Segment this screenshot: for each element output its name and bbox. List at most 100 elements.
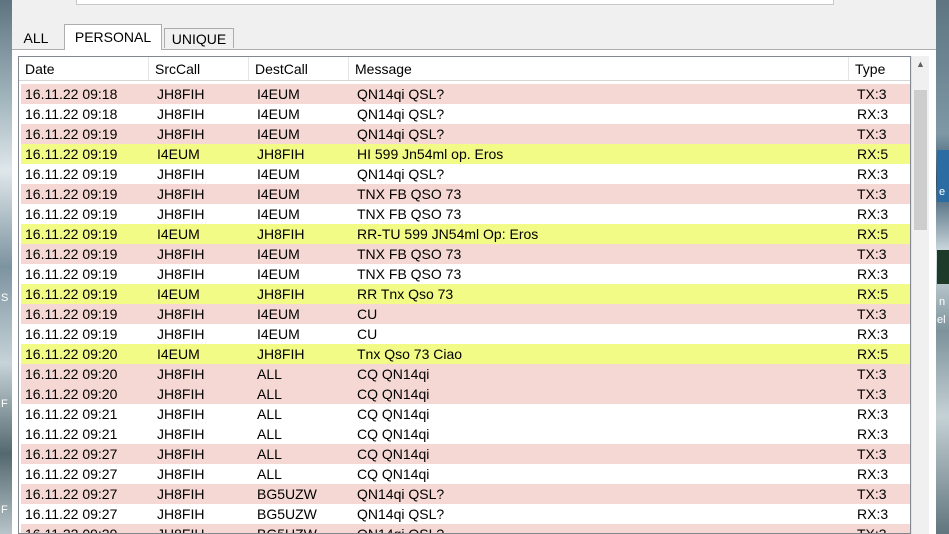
scrollbar-thumb[interactable] bbox=[914, 90, 927, 230]
cell-type: RX:5 bbox=[857, 146, 889, 162]
cell-type: TX:3 bbox=[857, 126, 887, 142]
column-header-srccall[interactable]: SrcCall bbox=[149, 57, 249, 80]
cell-date: 16.11.22 09:19 bbox=[25, 166, 118, 182]
cell-message: QN14qi QSL? bbox=[357, 486, 445, 502]
tab-personal[interactable]: PERSONAL bbox=[64, 24, 162, 50]
table-row[interactable]: 16.11.22 09:19 JH8FIH I4EUM TNX FB QSO 73 RX… bbox=[21, 204, 910, 224]
cell-srccall: JH8FIH bbox=[157, 446, 205, 462]
cell-type: RX:5 bbox=[857, 286, 889, 302]
cell-srccall: I4EUM bbox=[157, 226, 200, 242]
table-row[interactable]: 16.11.22 09:21 JH8FIH ALL CQ QN14qi RX:3 bbox=[21, 424, 910, 444]
cell-srccall: JH8FIH bbox=[157, 506, 205, 522]
cell-date: 16.11.22 09:27 bbox=[25, 466, 118, 482]
desktop-label: el bbox=[937, 314, 946, 326]
cell-destcall: I4EUM bbox=[257, 306, 300, 322]
tab-all[interactable]: ALL bbox=[14, 28, 58, 48]
scroll-up-arrow-icon[interactable]: ▲ bbox=[912, 56, 929, 73]
table-row[interactable]: 16.11.22 09:27 JH8FIH BG5UZW QN14qi QSL? RX:… bbox=[21, 504, 910, 524]
cell-message: CQ QN14qi bbox=[357, 386, 430, 402]
cell-message: CQ QN14qi bbox=[357, 466, 430, 482]
table-row[interactable]: 16.11.22 09:19 JH8FIH I4EUM CU TX:3 bbox=[21, 304, 910, 324]
table-row[interactable]: 16.11.22 09:29 JH8FIH BG5UZW QN14qi QSL? TX:… bbox=[21, 524, 910, 533]
cell-type: TX:3 bbox=[857, 486, 887, 502]
table-row[interactable]: 16.11.22 09:19 JH8FIH I4EUM TNX FB QSO 73 RX… bbox=[21, 264, 910, 284]
table-row[interactable]: 16.11.22 09:27 JH8FIH ALL CQ QN14qi RX:3 bbox=[21, 464, 910, 484]
cell-srccall: JH8FIH bbox=[157, 406, 205, 422]
table-row[interactable]: 16.11.22 09:19 I4EUM JH8FIH RR-TU 599 JN54m… bbox=[21, 224, 910, 244]
cell-message: QN14qi QSL? bbox=[357, 106, 445, 122]
top-text-field[interactable] bbox=[76, 0, 834, 5]
cell-destcall: JH8FIH bbox=[257, 286, 305, 302]
cell-type: RX:3 bbox=[857, 106, 889, 122]
cell-message: CU bbox=[357, 326, 378, 342]
cell-destcall: BG5UZW bbox=[257, 486, 317, 502]
desktop-label: F bbox=[1, 504, 8, 516]
cell-srccall: JH8FIH bbox=[157, 386, 205, 402]
cell-date: 16.11.22 09:21 bbox=[25, 406, 118, 422]
table-row[interactable]: 16.11.22 09:18 JH8FIH I4EUM QN14qi QSL? TX:3 bbox=[21, 84, 910, 104]
cell-type: TX:3 bbox=[857, 386, 887, 402]
cell-date: 16.11.22 09:19 bbox=[25, 246, 118, 262]
cell-destcall: I4EUM bbox=[257, 86, 300, 102]
cell-destcall: I4EUM bbox=[257, 206, 300, 222]
cell-destcall: I4EUM bbox=[257, 166, 300, 182]
table-row[interactable]: 16.11.22 09:20 JH8FIH ALL CQ QN14qi TX:3 bbox=[21, 364, 910, 384]
column-header-destcall[interactable]: DestCall bbox=[249, 57, 349, 80]
cell-date: 16.11.22 09:27 bbox=[25, 446, 118, 462]
cell-type: RX:5 bbox=[857, 346, 889, 362]
cell-srccall: JH8FIH bbox=[157, 206, 205, 222]
message-log-window: ALL PERSONAL UNIQUE Date SrcCall DestCal… bbox=[12, 0, 936, 534]
cell-message: QN14qi QSL? bbox=[357, 126, 445, 142]
cell-srccall: I4EUM bbox=[157, 346, 200, 362]
cell-date: 16.11.22 09:19 bbox=[25, 286, 118, 302]
cell-destcall: ALL bbox=[257, 366, 282, 382]
cell-message: TNX FB QSO 73 bbox=[357, 186, 462, 202]
table-row[interactable]: 16.11.22 09:20 I4EUM JH8FIH Tnx Qso 73 Ciao… bbox=[21, 344, 910, 364]
message-list[interactable]: Date SrcCall DestCall Message Type 16.11… bbox=[18, 56, 911, 534]
cell-message: CQ QN14qi bbox=[357, 406, 430, 422]
table-row[interactable]: 16.11.22 09:19 JH8FIH I4EUM TNX FB QSO 73 TX… bbox=[21, 184, 910, 204]
table-row[interactable]: 16.11.22 09:19 JH8FIH I4EUM QN14qi QSL? TX:3 bbox=[21, 124, 910, 144]
table-row[interactable]: 16.11.22 09:19 JH8FIH I4EUM CU RX:3 bbox=[21, 324, 910, 344]
cell-srccall: JH8FIH bbox=[157, 166, 205, 182]
table-row[interactable]: 16.11.22 09:27 JH8FIH BG5UZW QN14qi QSL? TX:… bbox=[21, 484, 910, 504]
cell-destcall: JH8FIH bbox=[257, 226, 305, 242]
cell-destcall: JH8FIH bbox=[257, 346, 305, 362]
cell-srccall: JH8FIH bbox=[157, 266, 205, 282]
cell-type: TX:3 bbox=[857, 366, 887, 382]
cell-srccall: JH8FIH bbox=[157, 426, 205, 442]
cell-destcall: ALL bbox=[257, 426, 282, 442]
table-row[interactable]: 16.11.22 09:19 I4EUM JH8FIH RR Tnx Qso 73 RX… bbox=[21, 284, 910, 304]
cell-srccall: JH8FIH bbox=[157, 306, 205, 322]
tab-strip: ALL PERSONAL UNIQUE bbox=[12, 24, 932, 50]
cell-date: 16.11.22 09:19 bbox=[25, 146, 118, 162]
cell-type: RX:3 bbox=[857, 406, 889, 422]
cell-type: TX:3 bbox=[857, 306, 887, 322]
cell-message: TNX FB QSO 73 bbox=[357, 206, 462, 222]
table-row[interactable]: 16.11.22 09:20 JH8FIH ALL CQ QN14qi TX:3 bbox=[21, 384, 910, 404]
cell-message: QN14qi QSL? bbox=[357, 506, 445, 522]
column-header-type[interactable]: Type bbox=[849, 57, 910, 80]
table-row[interactable]: 16.11.22 09:19 JH8FIH I4EUM QN14qi QSL? RX:3 bbox=[21, 164, 910, 184]
column-header-message[interactable]: Message bbox=[349, 57, 849, 80]
desktop-shortcut-icon[interactable] bbox=[937, 250, 949, 284]
table-row[interactable]: 16.11.22 09:21 JH8FIH ALL CQ QN14qi RX:3 bbox=[21, 404, 910, 424]
vertical-scrollbar[interactable]: ▲ bbox=[911, 56, 929, 534]
table-row[interactable]: 16.11.22 09:27 JH8FIH ALL CQ QN14qi TX:3 bbox=[21, 444, 910, 464]
table-row[interactable]: 16.11.22 09:18 JH8FIH I4EUM QN14qi QSL? RX:3 bbox=[21, 104, 910, 124]
cell-type: TX:3 bbox=[857, 186, 887, 202]
desktop-label: S bbox=[1, 292, 9, 304]
cell-srccall: JH8FIH bbox=[157, 186, 205, 202]
cell-date: 16.11.22 09:20 bbox=[25, 386, 118, 402]
cell-destcall: JH8FIH bbox=[257, 146, 305, 162]
cell-date: 16.11.22 09:19 bbox=[25, 206, 118, 222]
tab-unique[interactable]: UNIQUE bbox=[164, 28, 234, 48]
cell-srccall: JH8FIH bbox=[157, 86, 205, 102]
cell-message: TNX FB QSO 73 bbox=[357, 246, 462, 262]
table-row[interactable]: 16.11.22 09:19 JH8FIH I4EUM TNX FB QSO 73 TX… bbox=[21, 244, 910, 264]
cell-type: RX:3 bbox=[857, 466, 889, 482]
column-header-date[interactable]: Date bbox=[19, 57, 149, 80]
table-row[interactable]: 16.11.22 09:19 I4EUM JH8FIH HI 599 Jn54ml o… bbox=[21, 144, 910, 164]
cell-srccall: I4EUM bbox=[157, 146, 200, 162]
cell-type: RX:3 bbox=[857, 426, 889, 442]
